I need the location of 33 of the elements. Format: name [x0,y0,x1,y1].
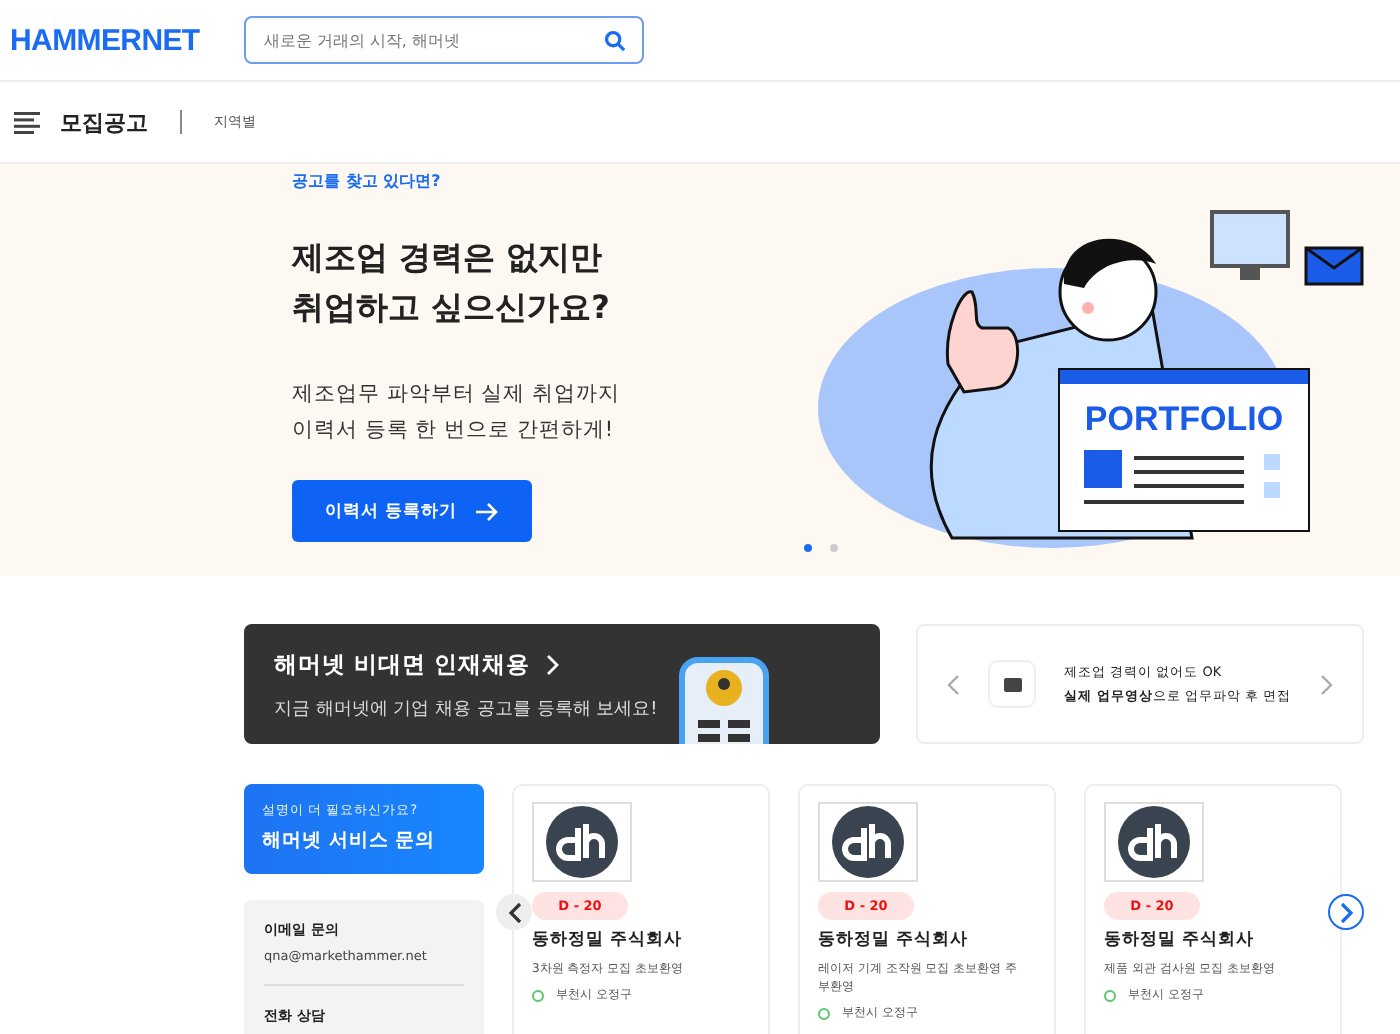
search-icon[interactable] [603,29,626,51]
hero-description: 제조업무 파악부터 실제 취업까지 이력서 등록 한 번으로 간편하게! [292,380,623,446]
location-dot-icon [818,1007,830,1019]
location-dot-icon [532,989,544,1001]
page-title: 모집공고 [60,107,148,137]
location-dot-icon [1104,989,1116,1001]
hero-eyebrow: 공고를 찾고 있다면? [292,170,443,192]
company-name: 동하정밀 주식회사 [532,928,684,952]
arrow-right-icon [476,501,499,521]
phone-id-icon [678,656,770,744]
company-logo [818,802,918,882]
company-logo [532,802,632,882]
company-name: 동하정밀 주식회사 [818,928,970,952]
banner-subtitle: 지금 해머넷에 기업 채용 공고를 등록해 보세요! [274,698,660,722]
inquiry-title: 해머넷 서비스 문의 [262,828,438,854]
chevron-right-icon [1339,901,1353,923]
search-field[interactable]: 새로운 거래의 시작, 해머넷 [243,16,644,64]
menu-icon[interactable] [14,111,40,133]
next-button[interactable] [1328,894,1364,930]
logo[interactable]: HAMMERNET [10,23,200,57]
chevron-right-icon [546,654,561,676]
company-logo [1104,802,1204,882]
register-resume-button[interactable]: 이력서 등록하기 [292,480,532,542]
recruit-banner[interactable]: 해머넷 비대면 인재채용 지금 해머넷에 기업 채용 공고를 등록해 보세요! [244,624,880,744]
portfolio-title: PORTFOLIO [1084,400,1284,440]
chevron-left-icon [507,901,521,923]
company-name: 동하정밀 주식회사 [1104,928,1256,952]
video-icon [988,660,1036,708]
previous-button[interactable] [496,894,532,930]
banner-title: 해머넷 비대면 인재채용 [274,650,850,680]
carousel-dot[interactable] [830,544,838,552]
carousel-dot[interactable] [804,544,812,552]
hero-headline: 제조업 경력은 없지만 취업하고 싶으신가요? [292,236,612,330]
